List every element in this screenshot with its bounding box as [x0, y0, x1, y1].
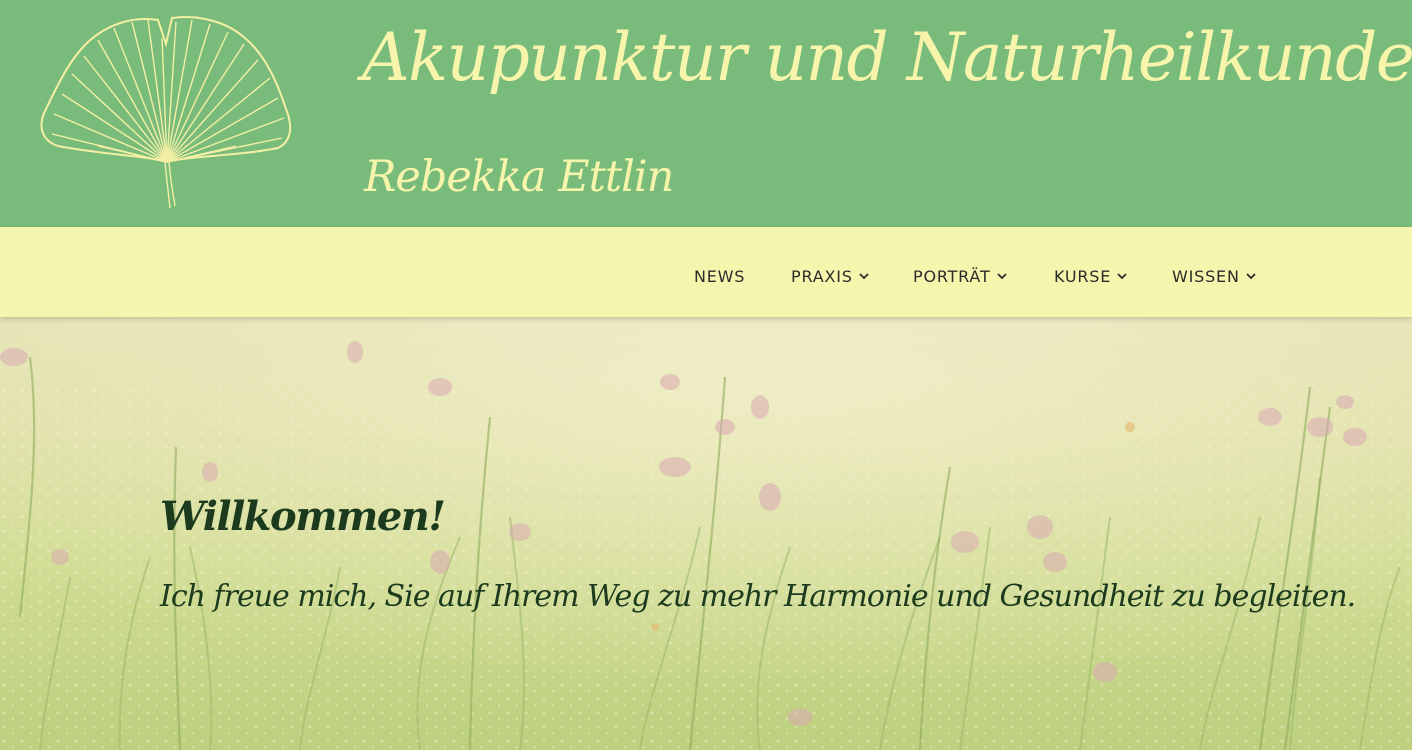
- nav-item-news[interactable]: NEWS: [694, 265, 745, 287]
- nav-item-label: NEWS: [694, 266, 746, 286]
- nav-item-portraet[interactable]: PORTRÄT: [913, 265, 1007, 287]
- nav-item-kurse[interactable]: KURSE: [1054, 265, 1127, 287]
- hero-heading: Willkommen!: [160, 493, 446, 540]
- nav-item-label: WISSEN: [1172, 266, 1240, 286]
- chevron-down-icon: [1117, 273, 1127, 280]
- nav-item-label: PRAXIS: [791, 266, 853, 286]
- chevron-down-icon: [1246, 273, 1256, 280]
- nav-item-label: PORTRÄT: [913, 266, 991, 286]
- hero-section: Willkommen! Ich freue mich, Sie auf Ihre…: [0, 317, 1412, 750]
- hero-text: Ich freue mich, Sie auf Ihrem Weg zu meh…: [160, 579, 1356, 614]
- site-title[interactable]: Akupunktur und Naturheilkunde: [362, 21, 1412, 95]
- main-navigation: NEWS PRAXIS PORTRÄT KURSE WISSEN: [0, 227, 1412, 317]
- ginkgo-leaf-icon[interactable]: [38, 14, 294, 208]
- site-subtitle: Rebekka Ettlin: [364, 152, 674, 202]
- nav-item-label: KURSE: [1054, 266, 1112, 286]
- chevron-down-icon: [859, 273, 869, 280]
- nav-item-wissen[interactable]: WISSEN: [1172, 265, 1256, 287]
- site-header: Akupunktur und Naturheilkunde Rebekka Et…: [0, 0, 1412, 227]
- chevron-down-icon: [996, 273, 1007, 280]
- nav-item-praxis[interactable]: PRAXIS: [791, 265, 869, 287]
